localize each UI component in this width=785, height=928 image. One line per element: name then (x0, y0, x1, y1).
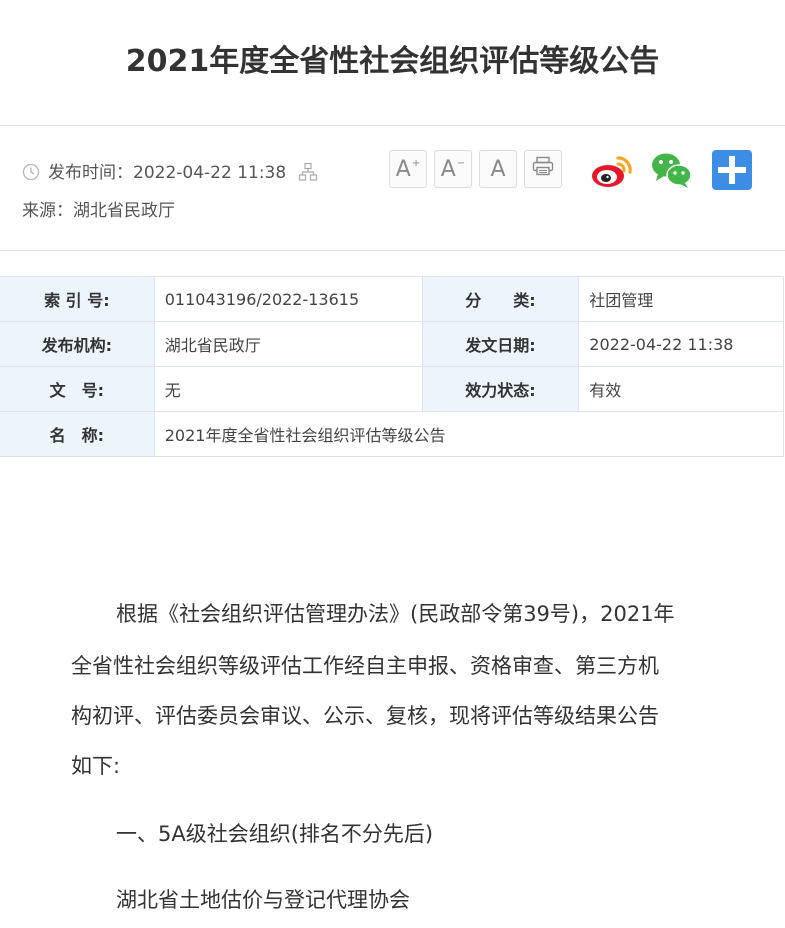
sitemap-icon[interactable] (298, 162, 318, 187)
date-value: 2022-04-22 11:38 (578, 321, 784, 367)
table-row: 名 称: 2021年度全省性社会组织评估等级公告 (0, 411, 785, 457)
font-default-label: A (490, 156, 506, 182)
category-label: 分 类: (421, 276, 580, 322)
more-share-button[interactable] (712, 150, 752, 194)
weibo-icon (590, 156, 634, 194)
body-line-1: 根据《社会组织评估管理办法》(民政部令第39号)，2021年 (116, 602, 675, 626)
wechat-share-button[interactable] (651, 150, 693, 194)
plus-share-icon (712, 150, 752, 194)
publish-time-value: 2022-04-22 11:38 (133, 163, 287, 183)
weibo-share-button[interactable] (590, 150, 634, 194)
font-increase-label: A (395, 156, 411, 182)
source-row: 来源：湖北省民政厅 (22, 196, 175, 221)
body-line-2: 全省性社会组织等级评估工作经自主申报、资格审查、第三方机 (71, 654, 659, 678)
publish-time-row: 发布时间：2022-04-22 11:38 (22, 158, 318, 187)
divider-bottom (0, 250, 785, 251)
clock-icon (22, 163, 40, 186)
status-label: 效力状态: (421, 366, 580, 412)
table-row: 发布机构: 湖北省民政厅 发文日期: 2022-04-22 11:38 (0, 321, 784, 367)
font-default-button[interactable]: A (479, 150, 517, 188)
printer-icon (532, 156, 554, 182)
index-label: 索 引 号: (0, 276, 155, 322)
index-value: 011043196/2022-13615 (153, 276, 423, 322)
font-decrease-button[interactable]: A − (434, 150, 472, 188)
category-value: 社团管理 (578, 276, 784, 322)
font-decrease-label: A (440, 156, 456, 182)
divider-top (0, 125, 785, 126)
org-list-item: 湖北省土地估价与登记代理协会 (116, 888, 410, 912)
wechat-icon (651, 153, 693, 194)
font-increase-button[interactable]: A + (389, 150, 427, 188)
body-line-4: 如下: (71, 754, 121, 778)
publish-time-label: 发布时间： (48, 163, 133, 183)
info-table: 索 引 号: 011043196/2022-13615 分 类: 社团管理 发布… (0, 276, 785, 457)
source-label: 来源： (22, 201, 73, 221)
name-value: 2021年度全省性社会组织评估等级公告 (153, 411, 785, 457)
source-value: 湖北省民政厅 (73, 201, 175, 221)
table-row: 索 引 号: 011043196/2022-13615 分 类: 社团管理 (0, 276, 784, 322)
docno-label: 文 号: (0, 366, 155, 412)
docno-value: 无 (153, 366, 423, 412)
page-title: 2021年度全省性社会组织评估等级公告 (125, 44, 660, 79)
body-line-3: 构初评、评估委员会审议、公示、复核，现将评估等级结果公告 (71, 704, 659, 728)
section-heading: 一、5A级社会组织(排名不分先后) (116, 822, 434, 846)
status-value: 有效 (578, 366, 784, 412)
org-label: 发布机构: (0, 321, 155, 367)
org-value: 湖北省民政厅 (153, 321, 423, 367)
print-button[interactable] (524, 150, 562, 188)
date-label: 发文日期: (421, 321, 580, 367)
name-label: 名 称: (0, 411, 155, 457)
table-row: 文 号: 无 效力状态: 有效 (0, 366, 784, 412)
